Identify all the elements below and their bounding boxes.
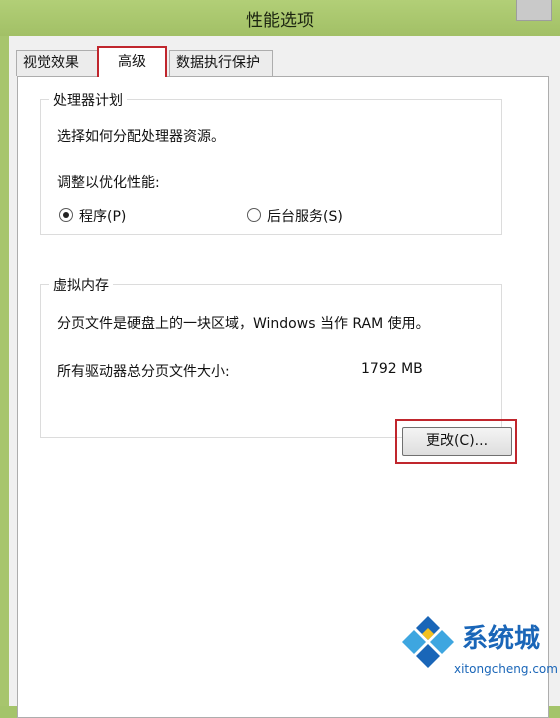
dialog-body: 视觉效果 数据执行保护 处理器计划 选择如何分配处理器资源。 调整以优化性能: …	[9, 36, 560, 718]
processor-description: 选择如何分配处理器资源。	[57, 129, 225, 145]
virtual-memory-group: 虚拟内存 分页文件是硬盘上的一块区域，Windows 当作 RAM 使用。 所有…	[40, 275, 502, 438]
background-services-radio[interactable]	[247, 208, 261, 222]
diamond-logo-icon	[402, 616, 454, 668]
watermark-name: 系统城	[462, 624, 541, 654]
performance-options-window: 性能选项 视觉效果 数据执行保护 处理器计划 选择如何分配处理器资源。 调整以优…	[0, 0, 560, 718]
processor-scheduling-group: 处理器计划 选择如何分配处理器资源。 调整以优化性能: 程序(P) 后台服务(S…	[40, 90, 502, 235]
processor-scheduling-title: 处理器计划	[49, 90, 127, 110]
total-paging-size-value: 1792 MB	[361, 361, 423, 377]
optimize-label: 调整以优化性能:	[57, 175, 160, 191]
change-button[interactable]: 更改(C)...	[402, 427, 512, 456]
virtual-memory-title: 虚拟内存	[49, 275, 113, 295]
title-bar[interactable]: 性能选项	[0, 0, 560, 36]
watermark-logo: 系统城 xitongcheng.com	[398, 610, 558, 700]
virtual-memory-description: 分页文件是硬盘上的一块区域，Windows 当作 RAM 使用。	[57, 316, 430, 332]
background-services-radio-label[interactable]: 后台服务(S)	[267, 206, 343, 226]
tab-visual-effects[interactable]: 视觉效果	[16, 50, 98, 76]
window-title: 性能选项	[246, 11, 314, 31]
tab-data-execution-prevention[interactable]: 数据执行保护	[169, 50, 273, 76]
close-button[interactable]	[516, 0, 552, 21]
total-paging-size-label: 所有驱动器总分页文件大小:	[57, 364, 230, 380]
programs-radio[interactable]	[59, 208, 73, 222]
tab-advanced[interactable]: 高级	[97, 46, 167, 77]
watermark-url: xitongcheng.com	[454, 662, 558, 676]
programs-radio-label[interactable]: 程序(P)	[79, 206, 126, 226]
